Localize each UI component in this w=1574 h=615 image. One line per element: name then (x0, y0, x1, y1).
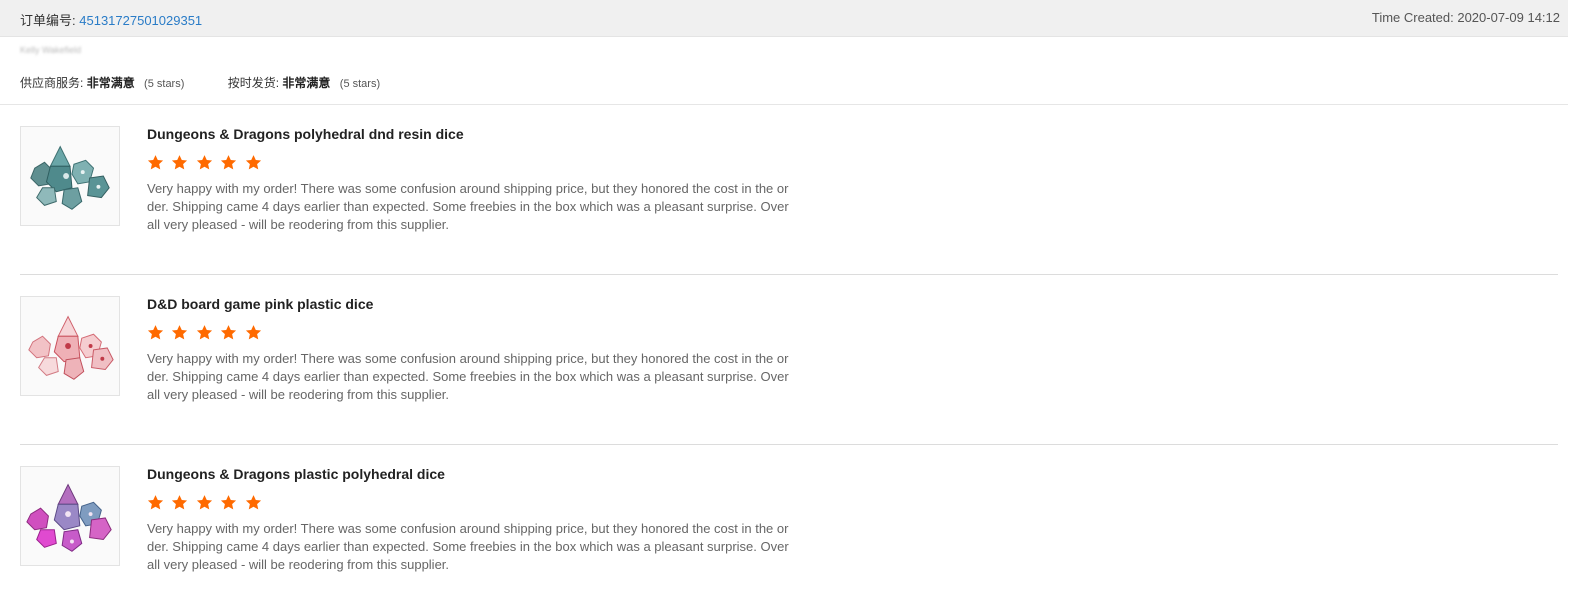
star-icon (245, 324, 262, 341)
order-label: 订单编号: (20, 13, 76, 28)
rating-value: 非常满意 (282, 76, 331, 90)
rating-stars-text: (5 stars) (144, 78, 185, 90)
order-id: 订单编号: 45131727501029351 (20, 10, 202, 29)
star-icon (196, 154, 213, 171)
star-icon (171, 154, 188, 171)
star-icon (147, 154, 164, 171)
pink-dice-image (21, 297, 119, 395)
on-time-shipping-rating: 按时发货: 非常满意 (5 stars) (228, 74, 380, 91)
magenta-dice-image (21, 467, 119, 565)
star-icon (147, 324, 164, 341)
review-text: Very happy with my order! There was some… (147, 521, 789, 572)
product-title[interactable]: D&D board game pink plastic dice (147, 296, 373, 312)
star-icon (220, 154, 237, 171)
review-text: Very happy with my order! There was some… (147, 351, 789, 402)
rating-label: 供应商服务: (20, 76, 84, 90)
star-icon (171, 494, 188, 511)
star-icon (245, 154, 262, 171)
review-text: Very happy with my order! There was some… (147, 181, 789, 232)
rating-stars-text: (5 stars) (339, 78, 381, 90)
time-created: Time Created: 2020-07-09 14:12 (1371, 10, 1560, 25)
rating-value: 非常满意 (86, 76, 135, 90)
star-icon (196, 494, 213, 511)
review-stars (147, 494, 265, 514)
order-number-link[interactable]: 45131727501029351 (79, 13, 202, 28)
teal-dice-image (21, 127, 119, 225)
product-thumbnail[interactable] (20, 126, 120, 226)
supplier-ratings: 供应商服务: 非常满意 (5 stars) 按时发货: 非常满意 (5 star… (20, 74, 420, 91)
supplier-service-rating: 供应商服务: 非常满意 (5 stars) (20, 74, 184, 91)
rating-label: 按时发货: (227, 76, 280, 90)
product-title[interactable]: Dungeons & Dragons plastic polyhedral di… (147, 466, 445, 482)
star-icon (147, 494, 164, 511)
product-title[interactable]: Dungeons & Dragons polyhedral dnd resin … (147, 126, 464, 142)
star-icon (171, 324, 188, 341)
product-thumbnail[interactable] (20, 466, 120, 566)
star-icon (196, 324, 213, 341)
review-stars (147, 324, 265, 344)
star-icon (220, 494, 237, 511)
review-item: Dungeons & Dragons plastic polyhedral di… (0, 445, 1560, 615)
star-icon (245, 494, 262, 511)
review-item: Dungeons & Dragons polyhedral dnd resin … (0, 105, 1560, 275)
review-item: D&D board game pink plastic dice Very ha… (0, 275, 1560, 445)
buyer-name: Kelly Wakefield (20, 45, 82, 55)
star-icon (220, 324, 237, 341)
order-header: 订单编号: 45131727501029351 Time Created: 20… (0, 0, 1568, 37)
product-thumbnail[interactable] (20, 296, 120, 396)
review-stars (147, 154, 265, 174)
